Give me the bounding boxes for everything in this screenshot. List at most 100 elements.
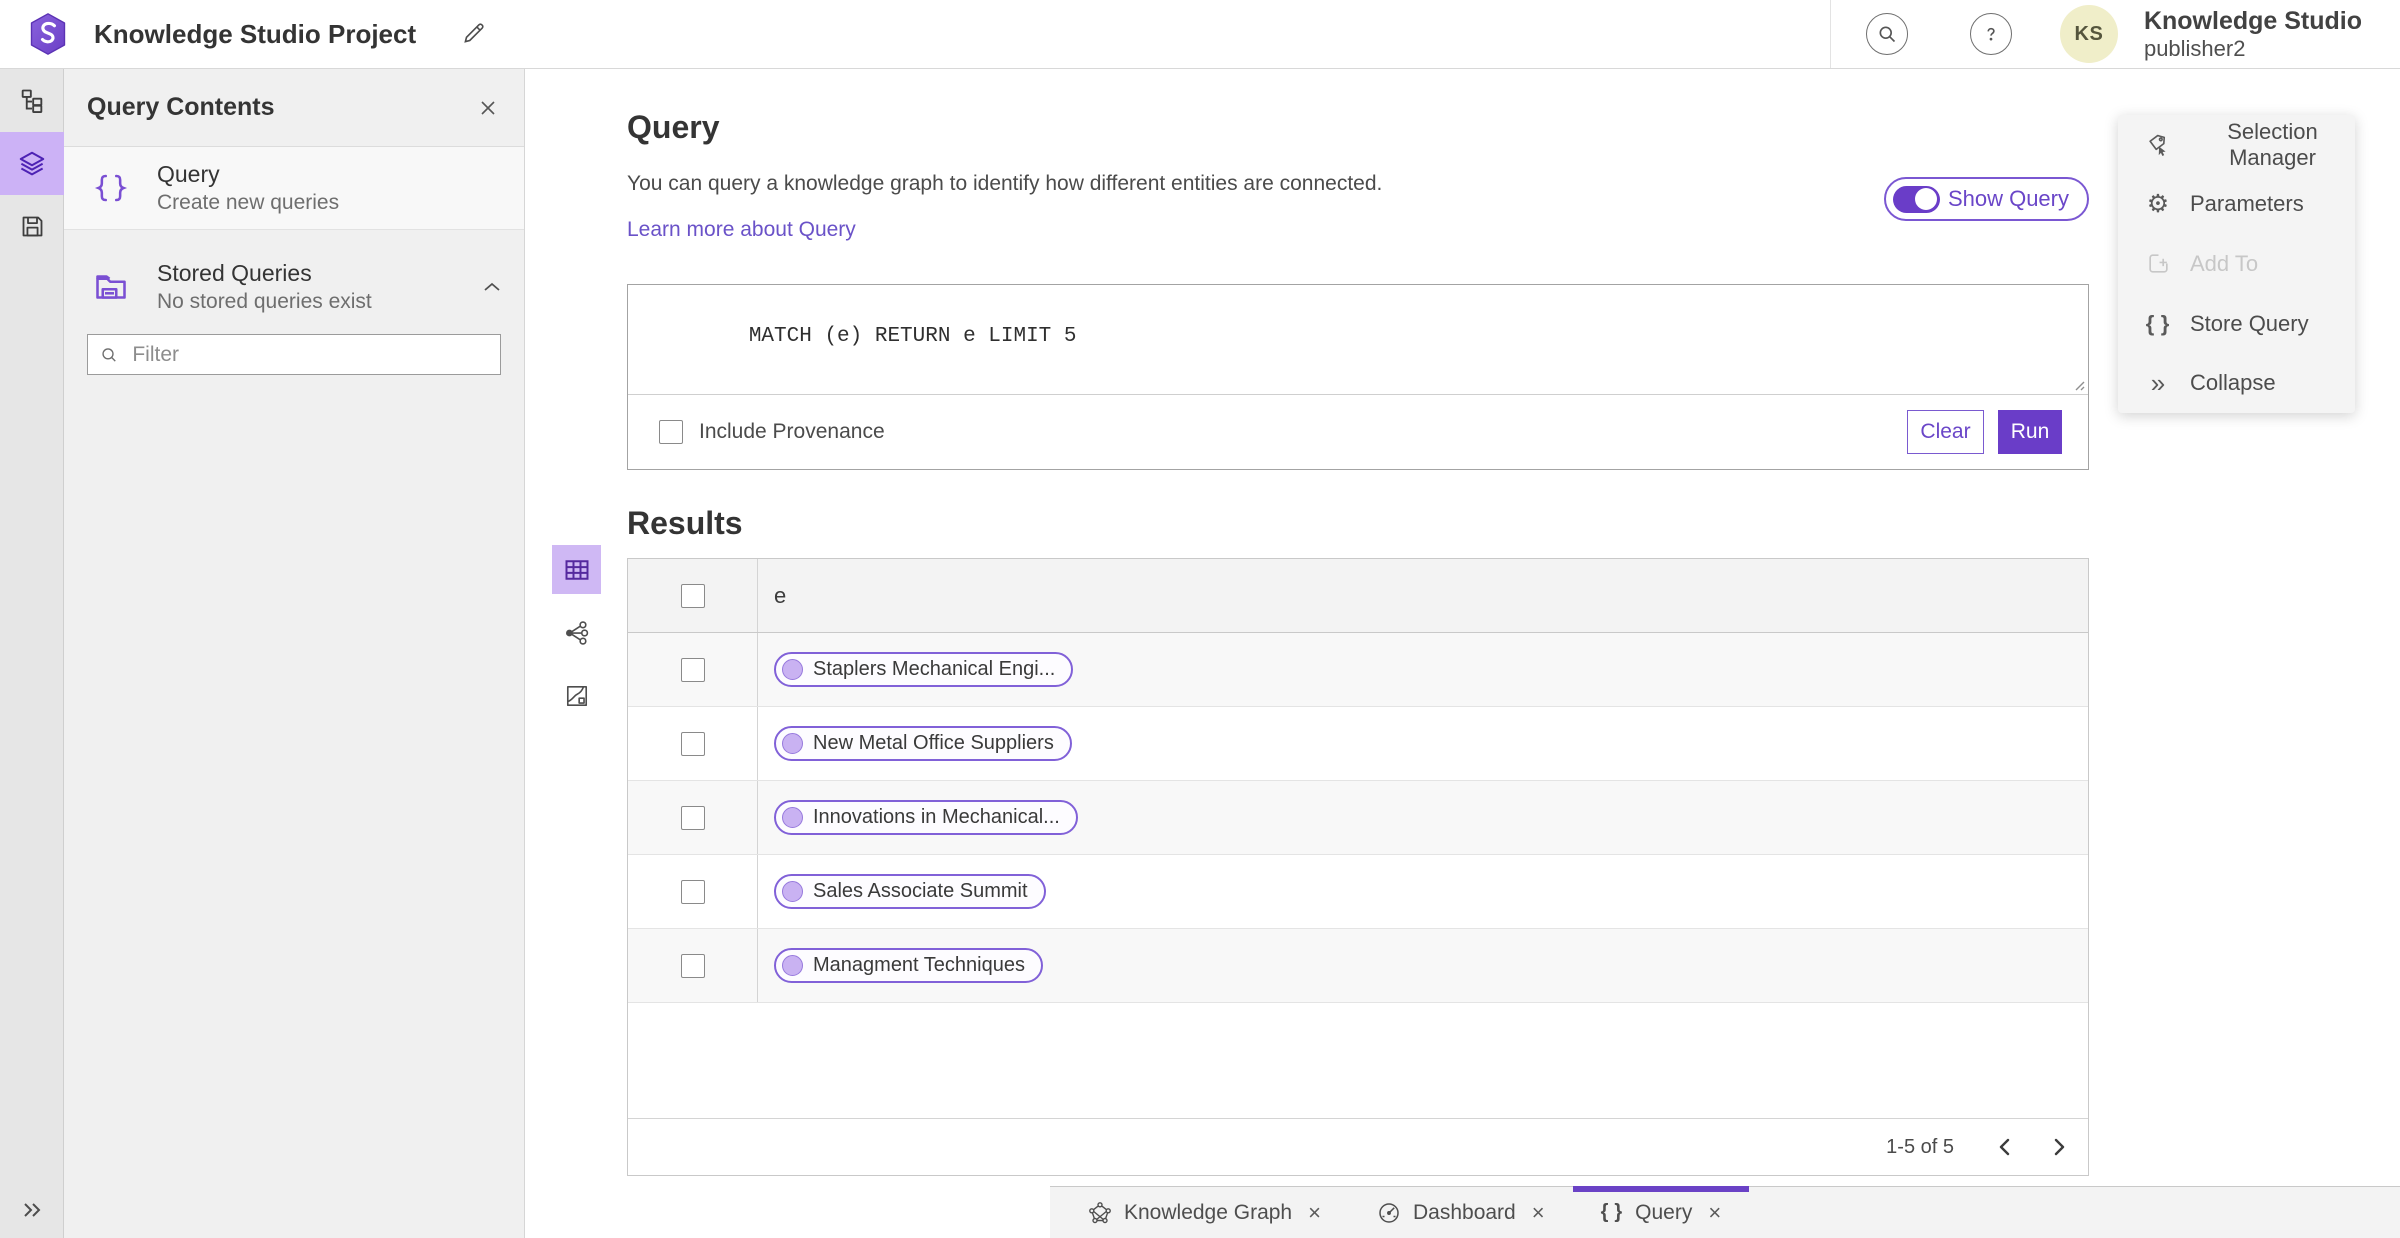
add-to-icon bbox=[2145, 251, 2171, 276]
action-label: Collapse bbox=[2190, 370, 2276, 396]
help-button[interactable] bbox=[1969, 13, 2012, 55]
braces-icon bbox=[87, 170, 135, 206]
filter-wrap bbox=[64, 328, 524, 375]
results-heading: Results bbox=[627, 505, 743, 541]
stored-queries-folder-icon bbox=[87, 269, 135, 305]
action-label: Store Query bbox=[2190, 310, 2309, 336]
edit-title-button[interactable] bbox=[460, 21, 486, 47]
link-chart-view-button[interactable] bbox=[552, 608, 601, 657]
braces-icon: { } bbox=[1600, 1201, 1624, 1223]
next-page-button[interactable] bbox=[2042, 1130, 2076, 1164]
table-row: Managment Techniques bbox=[628, 929, 2088, 1003]
avatar[interactable]: KS bbox=[2059, 5, 2118, 63]
tab-dashboard[interactable]: Dashboard × bbox=[1349, 1187, 1573, 1238]
store-query-button[interactable]: { } Store Query bbox=[2118, 294, 2355, 354]
row-checkbox[interactable] bbox=[680, 657, 705, 682]
clear-button[interactable]: Clear bbox=[1907, 410, 1984, 454]
rail-expand-button[interactable] bbox=[0, 1188, 64, 1232]
close-panel-button[interactable] bbox=[478, 98, 498, 118]
toggle-switch bbox=[1892, 185, 1940, 213]
panel-gap bbox=[64, 230, 524, 246]
parameters-button[interactable]: ⚙ Parameters bbox=[2118, 175, 2355, 235]
tab-knowledge-graph[interactable]: Knowledge Graph × bbox=[1060, 1187, 1349, 1238]
entity-pill[interactable]: Sales Associate Summit bbox=[774, 874, 1046, 909]
sidebar-item-title: Query bbox=[157, 161, 220, 187]
select-all-checkbox[interactable] bbox=[680, 583, 705, 608]
action-label: Parameters bbox=[2190, 191, 2304, 217]
close-tab-icon[interactable]: × bbox=[1708, 1200, 1721, 1226]
close-icon bbox=[481, 100, 495, 115]
learn-more-link[interactable]: Learn more about Query bbox=[627, 218, 856, 242]
close-tab-icon[interactable]: × bbox=[1308, 1200, 1321, 1226]
tab-query[interactable]: { } Query × bbox=[1572, 1186, 1750, 1238]
search-button[interactable] bbox=[1865, 13, 1908, 55]
query-editor-footer: Include Provenance Clear Run bbox=[628, 395, 2088, 469]
map-view-button[interactable] bbox=[552, 671, 601, 720]
query-textarea[interactable]: MATCH (e) RETURN e LIMIT 5 bbox=[628, 285, 2088, 395]
hierarchy-icon bbox=[21, 89, 43, 113]
include-provenance-label: Include Provenance bbox=[699, 420, 885, 443]
bottom-tab-bar: Knowledge Graph × Dashboard × { } Query … bbox=[1050, 1186, 2400, 1238]
account-info: Knowledge Studio publisher2 bbox=[2144, 7, 2362, 61]
rail-item-save[interactable] bbox=[0, 195, 64, 258]
query-heading: Query bbox=[627, 109, 720, 145]
query-contents-panel: Query Contents Query Create new queries bbox=[64, 69, 525, 1238]
view-switcher bbox=[552, 545, 601, 734]
table-spacer bbox=[628, 1003, 2088, 1118]
action-label: Selection Manager bbox=[2227, 118, 2318, 170]
top-bar: Knowledge Studio Project KS Knowledge St… bbox=[0, 0, 2400, 69]
rail-item-data-model[interactable] bbox=[0, 69, 64, 132]
account-username: publisher2 bbox=[2143, 35, 2246, 61]
add-to-button: Add To bbox=[2118, 234, 2355, 294]
query-editor: MATCH (e) RETURN e LIMIT 5 Include Prove… bbox=[627, 284, 2089, 470]
include-provenance-checkbox[interactable] bbox=[659, 420, 683, 444]
layers-icon bbox=[19, 151, 45, 175]
entity-pill[interactable]: Innovations in Mechanical... bbox=[774, 800, 1078, 835]
knowledge-graph-icon bbox=[1089, 1201, 1111, 1223]
sidebar-item-subtitle: Create new queries bbox=[157, 191, 340, 214]
double-chevron-right-icon: » bbox=[2150, 368, 2166, 399]
save-icon bbox=[22, 216, 42, 237]
gear-icon: ⚙ bbox=[2146, 189, 2170, 218]
sidebar-item-query[interactable]: Query Create new queries bbox=[64, 147, 524, 230]
entity-pill[interactable]: Managment Techniques bbox=[774, 948, 1043, 983]
close-tab-icon[interactable]: × bbox=[1532, 1200, 1545, 1226]
tab-label: Query bbox=[1635, 1200, 1693, 1224]
main-area: Query You can query a knowledge graph to… bbox=[525, 69, 2400, 1238]
row-checkbox[interactable] bbox=[680, 953, 705, 978]
account-app-name: Knowledge Studio bbox=[2143, 6, 2362, 35]
entity-icon bbox=[782, 881, 803, 902]
chevron-right-icon bbox=[2054, 1138, 2065, 1156]
show-query-toggle[interactable]: Show Query bbox=[1883, 177, 2089, 221]
app-logo bbox=[30, 13, 66, 55]
selection-manager-button[interactable]: Selection Manager bbox=[2118, 115, 2355, 175]
row-checkbox[interactable] bbox=[680, 731, 705, 756]
collapse-section-button[interactable] bbox=[482, 280, 502, 294]
table-view-button[interactable] bbox=[552, 545, 601, 594]
filter-box bbox=[87, 334, 501, 375]
tab-label: Knowledge Graph bbox=[1124, 1200, 1293, 1224]
entity-icon bbox=[782, 659, 803, 680]
panel-header: Query Contents bbox=[64, 69, 524, 147]
sidebar-item-subtitle: No stored queries exist bbox=[157, 290, 372, 313]
entity-pill[interactable]: New Metal Office Suppliers bbox=[774, 726, 1072, 761]
entity-pill[interactable]: Staplers Mechanical Engi... bbox=[774, 652, 1074, 687]
sidebar-item-stored-queries[interactable]: Stored Queries No stored queries exist bbox=[64, 246, 524, 328]
entity-icon bbox=[782, 733, 803, 754]
chevron-left-icon bbox=[1999, 1138, 2010, 1156]
filter-search-icon bbox=[102, 347, 116, 362]
collapse-panel-button[interactable]: » Collapse bbox=[2118, 353, 2355, 413]
run-button[interactable]: Run bbox=[1998, 410, 2062, 454]
resize-handle-icon[interactable] bbox=[2071, 377, 2085, 391]
action-label: Add To bbox=[2190, 250, 2259, 276]
entity-label: New Metal Office Suppliers bbox=[813, 732, 1054, 754]
filter-input[interactable] bbox=[132, 342, 488, 367]
rail-item-layers[interactable] bbox=[0, 132, 64, 195]
left-icon-rail bbox=[0, 69, 64, 1238]
entity-label: Sales Associate Summit bbox=[813, 880, 1028, 902]
query-text: MATCH (e) RETURN e LIMIT 5 bbox=[748, 325, 1077, 348]
entity-icon bbox=[782, 955, 803, 976]
prev-page-button[interactable] bbox=[1988, 1130, 2022, 1164]
row-checkbox[interactable] bbox=[680, 805, 705, 830]
row-checkbox[interactable] bbox=[680, 879, 705, 904]
